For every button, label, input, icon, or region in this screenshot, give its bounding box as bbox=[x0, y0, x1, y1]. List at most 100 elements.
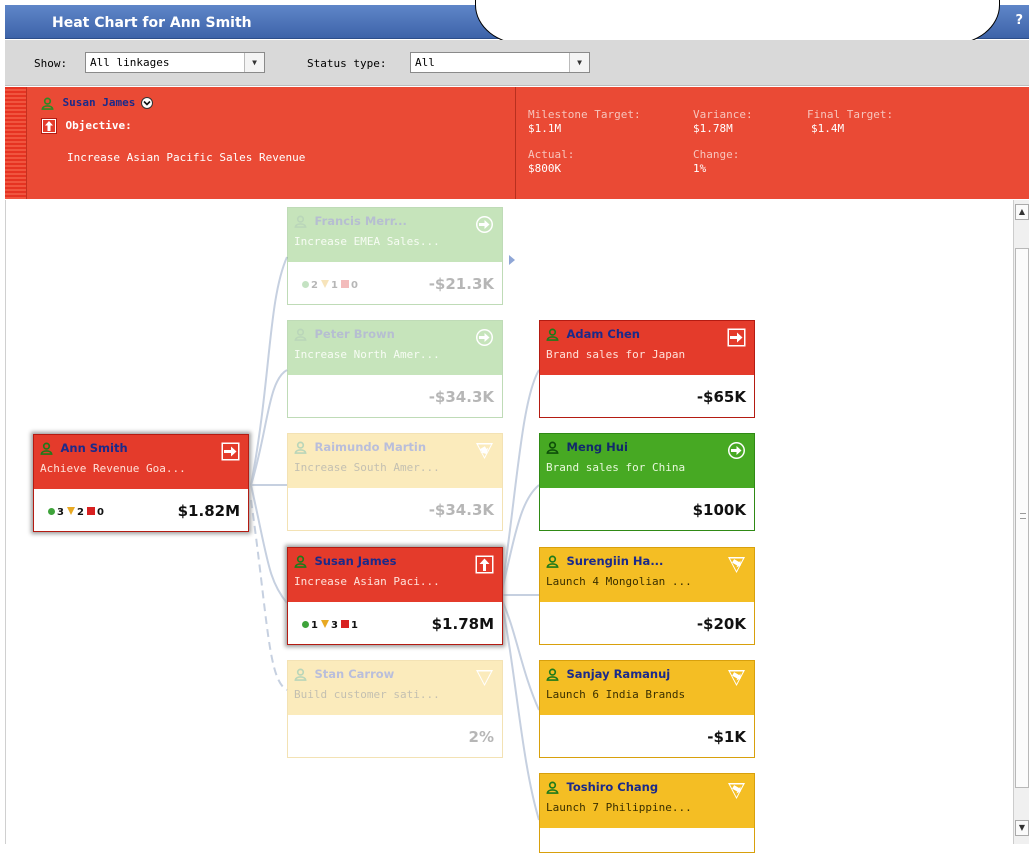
card-francis-merr[interactable]: Francis Merr... Increase EMEA Sales... 2… bbox=[287, 207, 503, 305]
actual-label: Actual: bbox=[528, 148, 575, 161]
card-owner-name[interactable]: Ann Smith bbox=[61, 441, 128, 455]
status-type-label: Status type: bbox=[307, 57, 387, 70]
arrow-right-icon bbox=[221, 442, 240, 461]
milestone-target-value: $1.1M bbox=[528, 122, 562, 135]
warning-triangle-icon bbox=[728, 557, 745, 573]
warning-triangle-icon bbox=[476, 443, 493, 459]
card-meng-hui[interactable]: Meng Hui Brand sales for China $100K bbox=[539, 433, 755, 531]
card-raimundo-martin[interactable]: Raimundo Martin Increase South Amer... -… bbox=[287, 433, 503, 531]
arrow-up-icon bbox=[475, 555, 494, 574]
variance-value: $1.78M bbox=[693, 122, 733, 135]
yellow-triangle-icon bbox=[320, 280, 329, 288]
scroll-up-button[interactable]: ▲ bbox=[1015, 204, 1029, 220]
card-value: -$65K bbox=[696, 388, 746, 406]
card-value: $1.82M bbox=[177, 502, 240, 520]
owner-name[interactable]: Susan James bbox=[63, 96, 136, 109]
filter-bar: Show: All linkages ▼ Status type: All ▼ bbox=[5, 40, 1029, 86]
card-stan-carrow[interactable]: Stan Carrow Build customer sati... 2% bbox=[287, 660, 503, 758]
card-adam-chen[interactable]: Adam Chen Brand sales for Japan -$65K bbox=[539, 320, 755, 418]
card-owner-name[interactable]: Susan James bbox=[315, 554, 397, 568]
person-icon bbox=[546, 781, 559, 794]
objective-owner[interactable]: Susan James bbox=[41, 96, 153, 110]
status-counts: 320 bbox=[48, 507, 104, 518]
expand-arrow-icon bbox=[509, 255, 515, 265]
show-select[interactable]: All linkages ▼ bbox=[85, 52, 265, 73]
person-icon bbox=[294, 215, 307, 228]
objective-label-row: Objective: bbox=[41, 118, 132, 134]
card-ann-smith[interactable]: Ann Smith Achieve Revenue Goa... 320 $1.… bbox=[33, 434, 249, 532]
card-owner-name[interactable]: Raimundo Martin bbox=[315, 440, 427, 454]
connector-line bbox=[500, 597, 540, 711]
person-icon bbox=[294, 328, 307, 341]
card-description: Achieve Revenue Goa... bbox=[40, 462, 186, 475]
card-toshiro-chang[interactable]: Toshiro Chang Launch 7 Philippine... bbox=[539, 773, 755, 853]
header-divider bbox=[515, 87, 516, 199]
warning-triangle-icon bbox=[728, 670, 745, 686]
card-owner-name[interactable]: Stan Carrow bbox=[315, 667, 395, 681]
scrollbar-thumb[interactable] bbox=[1015, 248, 1029, 788]
card-peter-brown[interactable]: Peter Brown Increase North Amer... -$34.… bbox=[287, 320, 503, 418]
chevron-down-icon[interactable]: ▼ bbox=[569, 53, 589, 72]
card-susan-james[interactable]: Susan James Increase Asian Paci... 131 $… bbox=[287, 547, 503, 645]
person-icon bbox=[546, 555, 559, 568]
card-description: Launch 7 Philippine... bbox=[546, 801, 692, 814]
person-icon bbox=[546, 668, 559, 681]
card-owner-name[interactable]: Adam Chen bbox=[567, 327, 641, 341]
milestone-target-label: Milestone Target: bbox=[528, 108, 641, 121]
card-surengiin-ha[interactable]: Surengiin Ha... Launch 4 Mongolian ... -… bbox=[539, 547, 755, 645]
change-value: 1% bbox=[693, 162, 707, 175]
connector-line bbox=[500, 599, 540, 821]
person-icon bbox=[40, 442, 53, 455]
card-description: Increase EMEA Sales... bbox=[294, 235, 440, 248]
card-owner-name[interactable]: Surengiin Ha... bbox=[567, 554, 664, 568]
objective-description: Increase Asian Pacific Sales Revenue bbox=[67, 151, 306, 164]
yellow-triangle-icon bbox=[66, 507, 75, 515]
green-dot-icon bbox=[302, 621, 309, 628]
variance-label: Variance: bbox=[693, 108, 753, 121]
person-icon bbox=[294, 668, 307, 681]
actual-value: $800K bbox=[528, 162, 562, 175]
person-icon bbox=[546, 441, 559, 454]
status-type-select-value: All bbox=[415, 56, 435, 69]
connector-line bbox=[500, 484, 540, 596]
connector-line bbox=[250, 256, 288, 486]
status-type-select[interactable]: All ▼ bbox=[410, 52, 590, 73]
card-owner-name[interactable]: Toshiro Chang bbox=[567, 780, 659, 794]
card-owner-name[interactable]: Sanjay Ramanuj bbox=[567, 667, 671, 681]
show-label: Show: bbox=[34, 57, 68, 70]
chevron-down-icon[interactable] bbox=[140, 97, 153, 109]
show-select-value: All linkages bbox=[90, 56, 170, 69]
header-stripe bbox=[5, 87, 27, 199]
connector-line bbox=[250, 369, 288, 486]
vertical-scrollbar[interactable]: ▲ ▼ bbox=[1013, 200, 1029, 844]
card-sanjay-ramanuj[interactable]: Sanjay Ramanuj Launch 6 India Brands -$1… bbox=[539, 660, 755, 758]
warning-triangle-icon bbox=[728, 783, 745, 799]
card-description: Build customer sati... bbox=[294, 688, 440, 701]
red-square-icon bbox=[86, 507, 95, 515]
person-icon bbox=[294, 555, 307, 568]
objective-header: Susan James Objective: Increase Asian Pa… bbox=[5, 87, 1029, 199]
card-description: Launch 4 Mongolian ... bbox=[546, 575, 692, 588]
red-square-icon bbox=[340, 280, 349, 288]
chevron-down-icon[interactable]: ▼ bbox=[244, 53, 264, 72]
scroll-down-button[interactable]: ▼ bbox=[1015, 820, 1029, 836]
card-value: -$1K bbox=[707, 728, 746, 746]
change-label: Change: bbox=[693, 148, 740, 161]
objective-label: Objective: bbox=[65, 119, 132, 132]
red-square-icon bbox=[340, 620, 349, 628]
arrow-right-circle-icon bbox=[476, 329, 493, 346]
arrow-up-icon bbox=[41, 118, 57, 134]
card-owner-name[interactable]: Francis Merr... bbox=[315, 214, 407, 228]
card-description: Brand sales for China bbox=[546, 461, 686, 474]
yellow-triangle-icon bbox=[320, 620, 329, 628]
card-value: -$34.3K bbox=[428, 501, 494, 519]
card-owner-name[interactable]: Peter Brown bbox=[315, 327, 395, 341]
card-value: -$21.3K bbox=[428, 275, 494, 293]
card-value: -$34.3K bbox=[428, 388, 494, 406]
card-owner-name[interactable]: Meng Hui bbox=[567, 440, 628, 454]
card-description: Increase Asian Paci... bbox=[294, 575, 440, 588]
final-target-label: Final Target: bbox=[807, 108, 894, 121]
help-button[interactable]: ? bbox=[1015, 13, 1023, 28]
final-target-value: $1.4M bbox=[811, 122, 845, 135]
person-icon bbox=[41, 97, 54, 110]
